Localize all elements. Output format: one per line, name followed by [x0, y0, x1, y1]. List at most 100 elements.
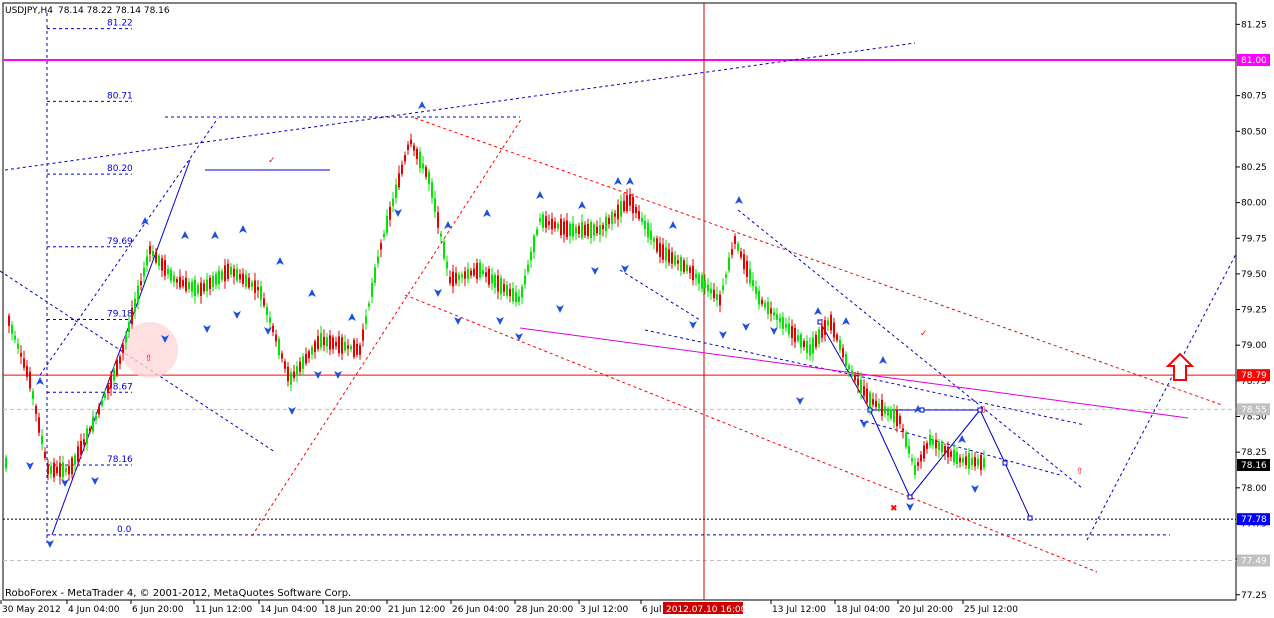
candle-body	[599, 225, 601, 235]
candle-body	[326, 337, 328, 347]
candle-body	[137, 285, 139, 303]
candle-body	[716, 294, 718, 300]
candle-body	[713, 289, 715, 299]
candle-body	[284, 361, 286, 369]
candle-body	[152, 251, 154, 257]
price-label-text: 81.00	[1241, 56, 1267, 66]
candle-body	[101, 400, 103, 406]
candle-body	[533, 235, 535, 253]
time-tick-label: 14 Jun 04:00	[260, 605, 317, 615]
candle-body	[107, 384, 109, 394]
candle-body	[623, 200, 625, 212]
time-tick-label: 28 Jun 20:00	[516, 605, 573, 615]
candle-body	[44, 451, 46, 459]
candle-body	[458, 274, 460, 280]
price-tick-label: 79.00	[1241, 341, 1267, 351]
candle-body	[542, 214, 544, 228]
candle-body	[602, 225, 604, 229]
candle-body	[686, 264, 688, 272]
candle-body	[836, 334, 838, 341]
candle-body	[677, 260, 679, 264]
candle-body	[770, 308, 772, 314]
candle-body	[764, 302, 766, 308]
candle-body	[227, 263, 229, 279]
candle-body	[23, 358, 25, 368]
candle-body	[857, 378, 859, 386]
candle-body	[839, 339, 841, 351]
price-tick-label: 80.25	[1241, 163, 1267, 173]
candle-body	[512, 288, 514, 302]
candle-body	[710, 288, 712, 294]
candle-body	[548, 221, 550, 225]
candle-body	[374, 267, 376, 283]
candle-body	[500, 277, 502, 294]
price-label-text: 77.78	[1241, 515, 1267, 525]
candle-body	[632, 196, 634, 214]
candle-body	[749, 268, 751, 284]
candle-body	[746, 260, 748, 277]
candle-body	[38, 417, 40, 433]
candle-body	[758, 290, 760, 305]
candle-body	[689, 267, 691, 273]
candle-body	[575, 226, 577, 234]
candle-body	[257, 287, 259, 291]
candle-body	[386, 215, 388, 233]
candle-body	[32, 391, 34, 399]
candle-body	[962, 457, 964, 463]
candle-body	[158, 255, 160, 266]
time-tick-label: 6 Jul	[642, 605, 661, 615]
candle-body	[350, 346, 352, 350]
candle-body	[182, 280, 184, 287]
candle-body	[695, 273, 697, 279]
candle-body	[641, 218, 643, 222]
candle-body	[788, 323, 790, 335]
price-tick-label: 79.75	[1241, 234, 1267, 244]
candle-body	[725, 274, 727, 278]
candle-body	[608, 217, 610, 225]
candle-body	[563, 221, 565, 235]
check-icon: ✓	[920, 329, 928, 339]
candle-body	[221, 271, 223, 280]
price-tick-label: 77.25	[1241, 591, 1267, 601]
price-label-text: 77.49	[1241, 557, 1267, 567]
candle-body	[782, 317, 784, 329]
fib-level-label: 80.20	[107, 164, 133, 174]
candle-body	[698, 274, 700, 284]
candle-body	[479, 262, 481, 278]
candle-body	[752, 280, 754, 287]
candle-body	[62, 462, 64, 478]
candle-body	[518, 296, 520, 303]
wave-node	[1002, 460, 1008, 466]
time-cursor-label: 2012.07.10 16:00	[666, 605, 747, 615]
candle-body	[905, 432, 907, 448]
candle-body	[809, 344, 811, 356]
candle-body	[11, 324, 13, 334]
candle-body	[983, 458, 985, 468]
candle-body	[806, 340, 808, 354]
candle-body	[644, 220, 646, 230]
candle-body	[569, 223, 571, 237]
candle-body	[701, 275, 703, 289]
candle-body	[965, 456, 967, 465]
candle-body	[296, 366, 298, 376]
candle-body	[674, 255, 676, 265]
candle-body	[812, 337, 814, 354]
candle-body	[587, 223, 589, 237]
candle-body	[578, 226, 580, 234]
candle-body	[824, 320, 826, 335]
candle-body	[980, 454, 982, 471]
candle-body	[119, 356, 121, 364]
candle-body	[476, 262, 478, 280]
candle-body	[956, 451, 958, 465]
candle-body	[851, 370, 853, 376]
candle-body	[83, 439, 85, 445]
time-tick-label: 30 May 2012	[2, 605, 61, 615]
candle-body	[50, 466, 52, 474]
candle-body	[668, 249, 670, 263]
time-tick-label: 18 Jul 04:00	[836, 605, 890, 615]
candle-body	[323, 336, 325, 346]
candle-body	[368, 303, 370, 307]
candle-body	[194, 279, 196, 297]
candle-body	[239, 274, 241, 280]
candle-body	[92, 416, 94, 432]
